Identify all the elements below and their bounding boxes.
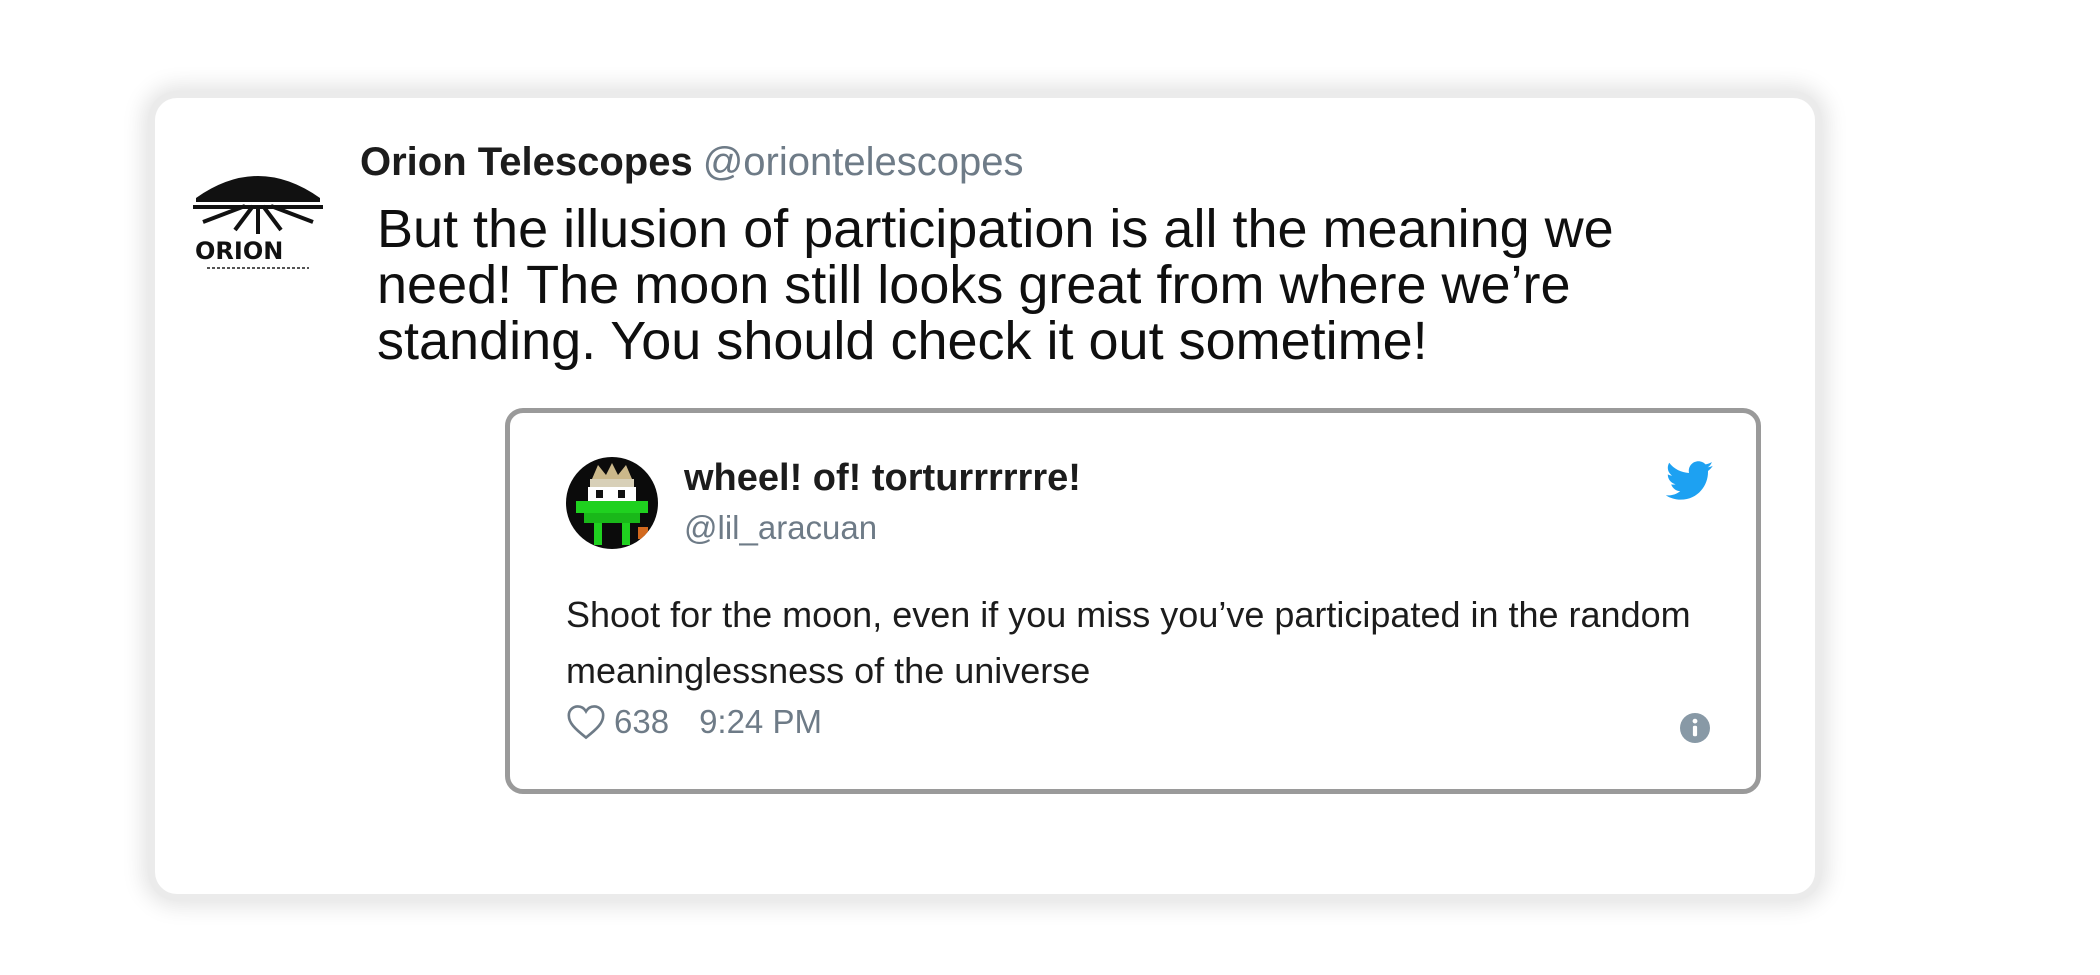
info-icon[interactable] [1680, 713, 1710, 743]
author-handle[interactable]: @oriontelescopes [703, 140, 1024, 184]
tweet-text: But the illusion of participation is all… [377, 199, 1614, 371]
tweet-author[interactable]: Orion Telescopes @oriontelescopes [360, 140, 1023, 185]
orion-logo-icon[interactable]: ORION [193, 162, 323, 282]
heart-icon[interactable] [566, 704, 606, 740]
quoted-tweet-footer: 638 9:24 PM [566, 703, 822, 741]
quoted-author-handle[interactable]: @lil_aracuan [684, 509, 877, 547]
author-name[interactable]: Orion Telescopes [360, 140, 693, 184]
twitter-bird-icon[interactable] [1666, 461, 1714, 501]
tweet-timestamp[interactable]: 9:24 PM [699, 703, 822, 741]
pixel-frog-graphic [566, 457, 658, 549]
quoted-author-name[interactable]: wheel! of! torturrrrrre! [684, 457, 1081, 500]
quoted-tweet[interactable]: wheel! of! torturrrrrre! @lil_aracuan Sh… [505, 408, 1761, 794]
orion-logo-graphic: ORION [193, 176, 323, 269]
pixel-frog-avatar-icon[interactable] [566, 457, 658, 549]
like-count[interactable]: 638 [614, 703, 669, 741]
quoted-tweet-text: Shoot for the moon, even if you miss you… [566, 594, 1691, 691]
orion-logo-text: ORION [195, 237, 283, 265]
tweet-card: ORION Orion Telescopes @oriontelescopes B… [155, 98, 1815, 894]
